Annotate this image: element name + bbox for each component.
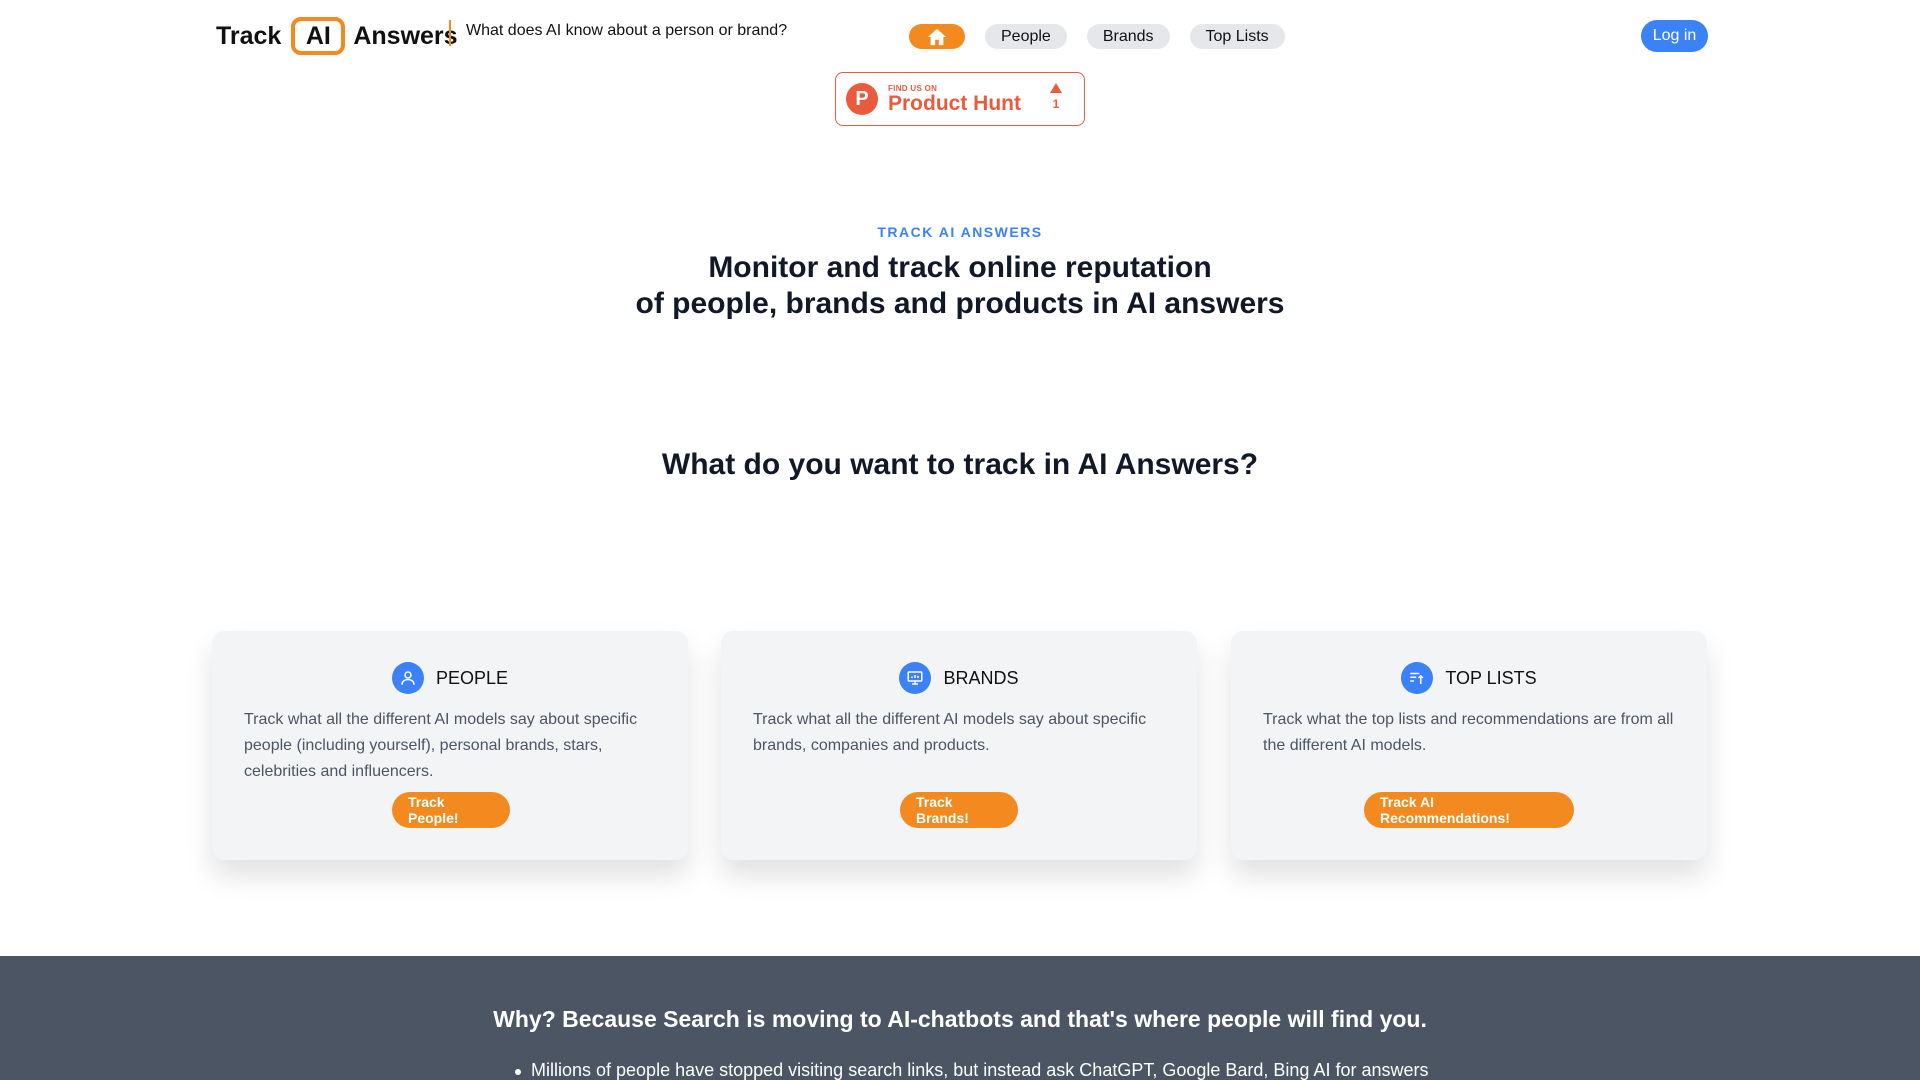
product-hunt-text: FIND US ON Product Hunt	[888, 84, 1021, 115]
card-people: PEOPLE Track what all the different AI m…	[212, 631, 688, 860]
logo-track-text: Track	[216, 21, 282, 50]
site-logo[interactable]: Track AI Answers	[216, 16, 458, 56]
card-title: BRANDS	[943, 667, 1019, 688]
card-title: TOP LISTS	[1445, 667, 1537, 688]
presentation-chart-icon	[899, 662, 932, 694]
sort-list-icon	[1401, 662, 1434, 694]
card-header: TOP LISTS	[1231, 662, 1707, 694]
site-header: Track AI Answers What does AI know about…	[0, 0, 1920, 70]
nav-people[interactable]: People	[985, 24, 1067, 49]
site-tagline: What does AI know about a person or bran…	[466, 22, 788, 39]
product-hunt-logo-icon: P	[846, 83, 878, 115]
hero-title: Monitor and track online reputation of p…	[0, 250, 1920, 322]
card-title: PEOPLE	[435, 667, 509, 688]
why-section-list: Millions of people have stopped visiting…	[514, 1060, 1429, 1080]
track-question-heading: What do you want to track in AI Answers?	[661, 448, 1259, 481]
card-description: Track what the top lists and recommendat…	[1263, 711, 1674, 754]
track-recommendations-button[interactable]: Track AI Recommendations!	[1364, 792, 1574, 828]
card-brands: BRANDS Track what all the different AI m…	[721, 631, 1197, 860]
main-nav: People Brands Top Lists	[909, 24, 1285, 49]
card-top-lists: TOP LISTS Track what the top lists and r…	[1231, 631, 1707, 860]
card-description: Track what all the different AI models s…	[753, 711, 1147, 754]
track-people-button[interactable]: Track People!	[392, 792, 510, 828]
product-hunt-vote-count: 1	[1052, 97, 1060, 111]
product-hunt-name: Product Hunt	[888, 91, 1021, 115]
nav-brands[interactable]: Brands	[1086, 24, 1170, 49]
hero-title-line-1: Monitor and track online reputation	[708, 251, 1212, 284]
card-header: PEOPLE	[212, 662, 688, 694]
logo-answers-text: Answers	[353, 21, 458, 50]
list-item: Millions of people have stopped visiting…	[514, 1060, 1429, 1080]
logo-divider	[449, 20, 451, 46]
why-section: Why? Because Search is moving to AI-chat…	[0, 956, 1920, 1080]
nav-top-lists[interactable]: Top Lists	[1189, 24, 1285, 49]
card-description: Track what all the different AI models s…	[244, 711, 638, 780]
track-brands-button[interactable]: Track Brands!	[900, 792, 1018, 828]
home-icon	[927, 28, 947, 45]
product-hunt-badge[interactable]: P FIND US ON Product Hunt 1	[835, 72, 1085, 126]
hero-eyebrow: TRACK AI ANSWERS	[877, 224, 1043, 240]
nav-home-button[interactable]	[909, 24, 965, 49]
upvote-triangle-icon	[1050, 83, 1062, 93]
logo-ai-badge: AI	[291, 17, 346, 55]
login-button[interactable]: Log in	[1641, 20, 1708, 52]
hero-title-line-2: of people, brands and products in AI ans…	[635, 287, 1285, 320]
card-header: BRANDS	[721, 662, 1197, 694]
why-section-title: Why? Because Search is moving to AI-chat…	[493, 1006, 1427, 1032]
person-icon	[391, 662, 424, 694]
product-hunt-vote: 1	[1050, 83, 1062, 111]
